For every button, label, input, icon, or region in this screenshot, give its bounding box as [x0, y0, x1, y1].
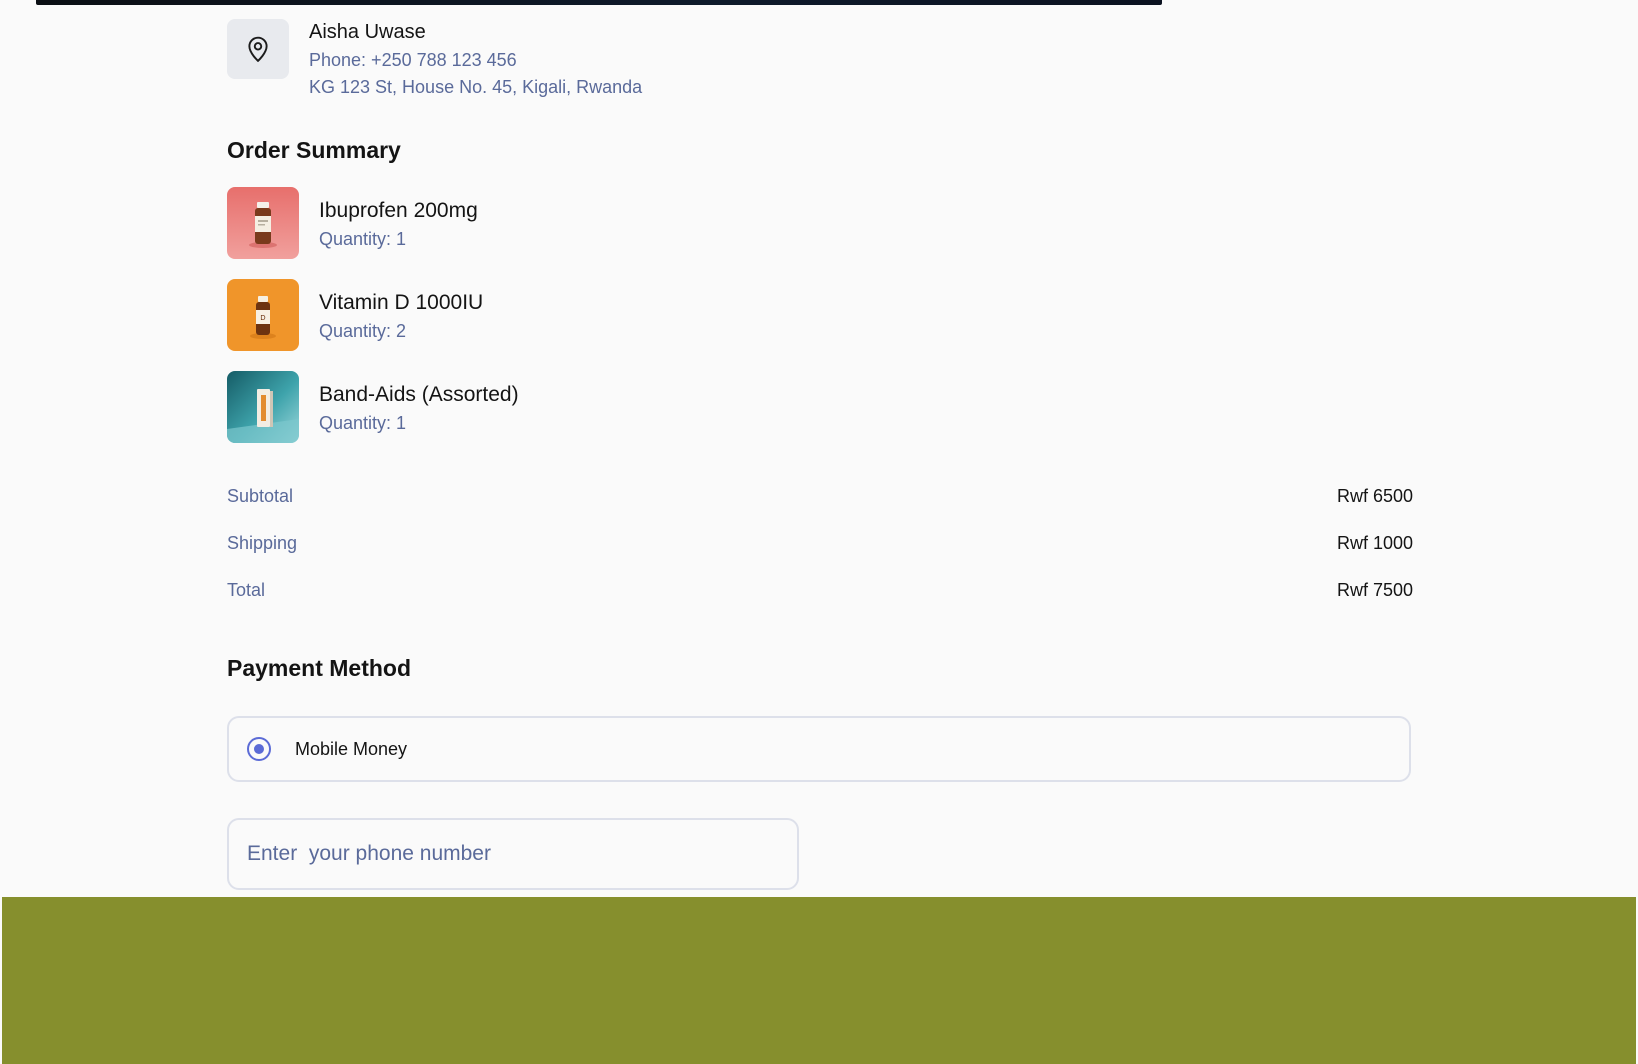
payment-method-title: Payment Method	[227, 655, 412, 681]
recipient-phone: Phone: +250 788 123 456	[309, 50, 517, 70]
subtotal-row: Subtotal Rwf 6500	[227, 486, 1413, 512]
product-thumbnail	[227, 371, 299, 443]
item-quantity: Quantity: 2	[319, 321, 407, 341]
shipping-address[interactable]: Aisha Uwase Phone: +250 788 123 456 KG 1…	[227, 19, 927, 109]
checkout-page: Aisha Uwase Phone: +250 788 123 456 KG 1…	[0, 0, 1638, 1064]
item-name: Vitamin D 1000IU	[319, 291, 484, 314]
order-item-ibuprofen[interactable]: Ibuprofen 200mg Quantity: 1	[227, 187, 827, 259]
item-quantity: Quantity: 1	[319, 413, 407, 433]
payment-option-label: Mobile Money	[295, 739, 408, 759]
subtotal-label: Subtotal	[227, 486, 294, 506]
shipping-row: Shipping Rwf 1000	[227, 533, 1413, 559]
shipping-label: Shipping	[227, 533, 298, 553]
product-thumbnail	[227, 187, 299, 259]
subtotal-value: Rwf 6500	[1336, 486, 1413, 506]
location-pin-icon	[227, 19, 289, 79]
item-name: Band-Aids (Assorted)	[319, 383, 519, 406]
radio-selected-icon[interactable]	[247, 737, 271, 761]
svg-text:D: D	[260, 314, 265, 322]
order-item-band-aids[interactable]: Band-Aids (Assorted) Quantity: 1	[227, 371, 827, 443]
shipping-value: Rwf 1000	[1336, 533, 1413, 553]
payment-option-mobile-money[interactable]: Mobile Money	[227, 716, 1411, 782]
recipient-street: KG 123 St, House No. 45, Kigali, Rwanda	[309, 77, 643, 97]
radio-dot	[254, 744, 264, 754]
total-label: Total	[227, 580, 266, 600]
item-quantity: Quantity: 1	[319, 229, 407, 249]
product-thumbnail: D	[227, 279, 299, 351]
top-header-bar	[36, 0, 1162, 5]
recipient-name: Aisha Uwase	[309, 21, 426, 43]
total-row: Total Rwf 7500	[227, 580, 1413, 606]
bottom-overlay-band	[2, 897, 1636, 1064]
phone-number-input[interactable]	[227, 818, 799, 890]
order-summary-title: Order Summary	[227, 137, 401, 163]
item-name: Ibuprofen 200mg	[319, 199, 478, 222]
order-item-vitamin-d[interactable]: D Vitamin D 1000IU Quantity: 2	[227, 279, 827, 351]
total-value: Rwf 7500	[1336, 580, 1413, 600]
